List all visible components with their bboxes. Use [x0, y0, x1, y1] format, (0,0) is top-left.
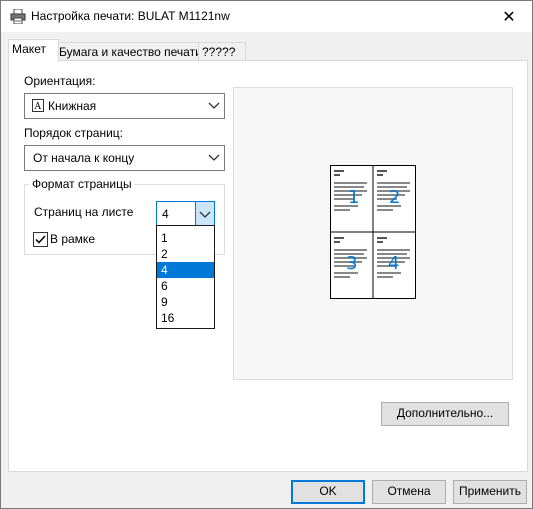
advanced-button[interactable]: Дополнительно...: [381, 402, 509, 426]
orientation-label: Ориентация:: [24, 74, 96, 88]
cancel-button[interactable]: Отмена: [372, 480, 446, 504]
ok-button[interactable]: OK: [291, 480, 365, 504]
tab-unknown[interactable]: ?????: [198, 42, 246, 61]
tab-paper-quality[interactable]: Бумага и качество печати: [55, 42, 202, 61]
pages-per-sheet-value: 4: [162, 207, 169, 221]
chevron-down-icon: [208, 102, 220, 109]
window-title: Настройка печати: BULAT M1121nw: [31, 9, 230, 23]
close-icon: ✕: [502, 7, 516, 26]
tab-layout[interactable]: Макет: [8, 39, 59, 62]
page-order-value: От начала к концу: [33, 151, 135, 165]
checkmark-icon: [35, 235, 46, 244]
svg-text:A: A: [34, 102, 42, 112]
page-format-title: Формат страницы: [29, 177, 135, 191]
page-order-label: Порядок страниц:: [24, 126, 123, 140]
close-button[interactable]: ✕: [486, 1, 532, 32]
preview-page-number: 4: [388, 253, 399, 274]
pages-per-sheet-label: Страниц на листе: [34, 205, 134, 219]
dropdown-option[interactable]: 6: [157, 278, 214, 294]
title-bar: Настройка печати: BULAT M1121nw ✕: [1, 1, 532, 32]
dropdown-option[interactable]: 2: [157, 246, 214, 262]
dropdown-option[interactable]: 9: [157, 294, 214, 310]
preview-page-number: 2: [389, 187, 400, 208]
preview-sheet: 1 2 3 4: [330, 165, 416, 299]
orientation-value: Книжная: [48, 99, 97, 113]
chevron-down-icon: [208, 154, 220, 161]
page-order-select[interactable]: От начала к концу: [24, 145, 225, 171]
dropdown-arrow-button[interactable]: [195, 202, 214, 226]
print-settings-dialog: Настройка печати: BULAT M1121nw ✕ Макет …: [0, 0, 533, 509]
portrait-page-icon: A: [32, 99, 44, 112]
chevron-down-icon: [199, 211, 211, 218]
border-checkbox[interactable]: [33, 232, 48, 247]
layout-preview: 1 2 3 4: [233, 87, 513, 380]
border-label: В рамке: [50, 232, 95, 246]
apply-button[interactable]: Применить: [453, 480, 527, 504]
dropdown-option[interactable]: 16: [157, 310, 214, 326]
preview-page-number: 3: [346, 253, 357, 274]
pages-per-sheet-select[interactable]: 4: [156, 201, 215, 227]
pages-per-sheet-dropdown: 1 2 4 6 9 16: [156, 225, 215, 329]
preview-page-number: 1: [348, 187, 359, 208]
dropdown-option[interactable]: 1: [157, 230, 214, 246]
orientation-select[interactable]: A Книжная: [24, 93, 225, 119]
printer-icon: [10, 9, 26, 24]
dropdown-option-selected[interactable]: 4: [157, 262, 214, 278]
